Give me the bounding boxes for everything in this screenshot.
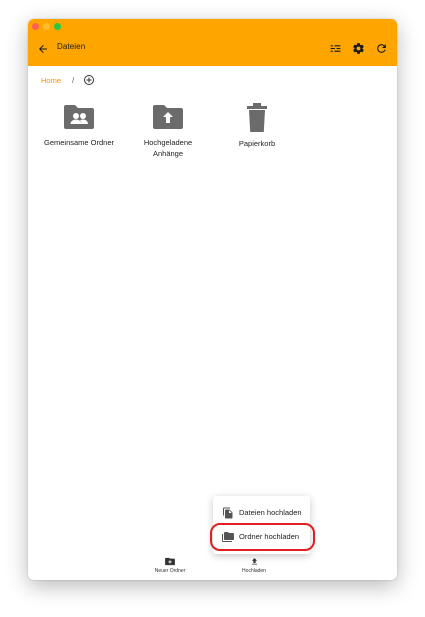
folder-label: Hochgeladene Anhänge (143, 138, 193, 158)
new-folder-button[interactable]: Neuer Ordner (140, 557, 200, 574)
folder-tile-uploads[interactable]: Hochgeladene Anhänge (126, 103, 210, 159)
folder-label: Gemeinsame Ordner (43, 138, 115, 147)
upload-menu: Dateien hochladen Ordner hochladen (213, 496, 310, 554)
shared-folder-icon (64, 105, 94, 129)
trash-icon (247, 103, 267, 132)
folder-tile-shared[interactable]: Gemeinsame Ordner (37, 103, 121, 148)
menu-item-upload-folder[interactable]: Ordner hochladen (213, 525, 310, 549)
new-folder-icon (165, 557, 175, 566)
menu-item-label: Ordner hochladen (239, 532, 300, 541)
menu-item-upload-files[interactable]: Dateien hochladen (213, 501, 310, 525)
minimize-window-button[interactable] (43, 23, 50, 30)
breadcrumb-home[interactable]: Home (41, 76, 61, 85)
add-circle-icon[interactable] (83, 74, 95, 86)
upload-label: Hochladen (242, 568, 266, 574)
filter-list-icon[interactable] (329, 42, 342, 55)
menu-item-label: Dateien hochladen (239, 508, 302, 517)
files-icon (223, 507, 233, 519)
page-title: Dateien (57, 42, 86, 51)
maximize-window-button[interactable] (54, 23, 61, 30)
new-folder-label: Neuer Ordner (154, 568, 186, 574)
close-window-button[interactable] (32, 23, 39, 30)
folder-label: Papierkorb (238, 139, 276, 148)
upload-folder-icon (153, 105, 183, 129)
folder-stack-icon (222, 532, 234, 542)
gear-icon[interactable] (352, 42, 365, 55)
breadcrumb-separator: / (72, 76, 75, 85)
refresh-icon[interactable] (375, 42, 388, 55)
upload-button[interactable]: Hochladen (224, 557, 284, 574)
folder-tile-trash[interactable]: Papierkorb (215, 103, 299, 149)
window-controls (32, 23, 61, 30)
app-window: Dateien Home / Gemeinsame Ordner Hochgel… (28, 19, 397, 580)
upload-icon (251, 558, 257, 565)
arrow-back-icon[interactable] (37, 43, 49, 55)
